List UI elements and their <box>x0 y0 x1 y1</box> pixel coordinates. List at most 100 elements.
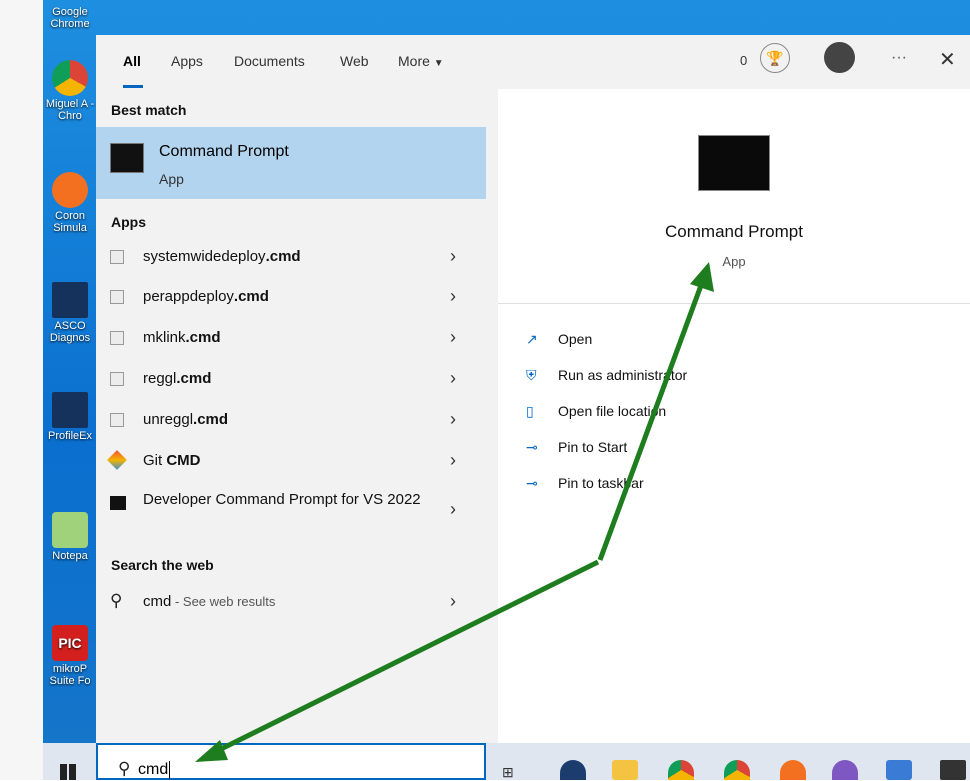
desktop-icon-label: Coron Simula <box>53 210 87 234</box>
pin-icon: ⊸ <box>526 475 538 491</box>
shield-icon: ⛨ <box>526 367 537 383</box>
action-label: Run as administrator <box>558 367 688 383</box>
action-open[interactable]: ↗ Open <box>526 331 592 355</box>
app-name: perappdeploy <box>143 288 234 305</box>
file-explorer-icon[interactable] <box>612 760 638 780</box>
app-name: Git <box>143 452 167 469</box>
notepad-icon <box>52 512 88 548</box>
search-input[interactable]: cmd <box>138 761 171 779</box>
desktop-icon-label: Notepa <box>52 550 88 562</box>
start-button[interactable] <box>60 764 76 780</box>
profileex-icon <box>52 392 88 428</box>
folder-icon: ▯ <box>526 403 534 419</box>
list-item-label: mklink.cmd <box>143 329 221 346</box>
list-item[interactable]: reggl.cmd › <box>96 359 486 399</box>
chevron-right-icon[interactable]: › <box>450 286 456 307</box>
visual-studio-icon[interactable] <box>832 760 858 780</box>
active-tab-indicator <box>123 85 143 88</box>
tab-more[interactable]: More ▼ <box>398 53 444 69</box>
web-result[interactable]: ⚲ cmd - See web results › <box>96 582 486 622</box>
rewards-trophy-icon[interactable]: 🏆 <box>760 43 790 73</box>
script-file-icon <box>110 250 124 264</box>
web-result-label: cmd - See web results <box>143 593 275 610</box>
desktop-icon-chrome-profile[interactable]: Miguel A - Chro <box>43 60 97 122</box>
reward-count: 0 <box>740 53 748 68</box>
action-run-as-admin[interactable]: ⛨ Run as administrator <box>526 367 687 391</box>
desktop-icon-label: Google Chrome <box>50 6 90 30</box>
desktop-icon-corona[interactable]: Coron Simula <box>43 172 97 234</box>
more-options-icon[interactable]: ··· <box>891 49 907 67</box>
list-item[interactable]: perappdeploy.cmd › <box>96 277 486 317</box>
tab-documents[interactable]: Documents <box>234 53 305 69</box>
desktop-icon-chrome[interactable]: Google Chrome <box>43 6 97 30</box>
preview-title: Command Prompt <box>665 222 803 241</box>
search-panel: All Apps Documents Web More ▼ 0 🏆 ··· ✕ … <box>96 35 970 743</box>
list-item[interactable]: systemwidedeploy.cmd › <box>96 237 486 277</box>
terminal-icon[interactable] <box>940 760 966 780</box>
list-item[interactable]: mklink.cmd › <box>96 318 486 358</box>
chrome-icon[interactable] <box>668 760 694 780</box>
git-icon <box>107 450 127 470</box>
search-icon: ⚲ <box>110 591 123 610</box>
open-icon: ↗ <box>526 331 538 347</box>
chevron-right-icon[interactable]: › <box>450 499 456 520</box>
app-name-match: .cmd <box>193 411 229 428</box>
chevron-right-icon[interactable]: › <box>450 591 456 612</box>
best-match-subtitle: App <box>159 171 184 187</box>
background-margin <box>0 0 43 780</box>
pin-icon: ⊸ <box>526 439 538 455</box>
tab-all[interactable]: All <box>123 53 141 69</box>
chevron-right-icon[interactable]: › <box>450 368 456 389</box>
network-app-icon[interactable] <box>886 760 912 780</box>
action-pin-to-start[interactable]: ⊸ Pin to Start <box>526 439 627 463</box>
desktop-icon-label: mikroP Suite Fo <box>49 663 91 687</box>
action-open-file-location[interactable]: ▯ Open file location <box>526 403 666 427</box>
app-name-match: CMD <box>166 452 201 469</box>
action-label: Pin to Start <box>558 439 628 455</box>
desktop-icon-profileex[interactable]: ProfileEx <box>43 392 97 442</box>
app-name: reggl <box>143 370 177 387</box>
best-match-item[interactable]: Command Prompt App <box>96 127 486 199</box>
preview-divider <box>498 303 970 304</box>
web-header: Search the web <box>111 557 214 573</box>
list-item[interactable]: unreggl.cmd › <box>96 400 486 440</box>
desktop-icon-mikrop[interactable]: PIC mikroP Suite Fo <box>43 625 97 687</box>
task-view-icon[interactable]: ⊞ <box>502 764 514 781</box>
tab-web[interactable]: Web <box>340 53 369 69</box>
cmd-icon <box>110 143 144 173</box>
pic-icon: PIC <box>52 625 88 661</box>
search-icon: ⚲ <box>118 759 131 778</box>
asco-icon <box>52 282 88 318</box>
action-pin-to-taskbar[interactable]: ⊸ Pin to taskbar <box>526 475 644 499</box>
best-match-header: Best match <box>111 102 187 118</box>
best-match-title: Command Prompt <box>159 143 289 160</box>
taskbar-search-box[interactable]: ⚲ cmd <box>96 743 486 780</box>
list-item[interactable]: Git CMD › <box>96 441 486 481</box>
chrome-icon[interactable] <box>724 760 750 780</box>
desktop-icon-asco[interactable]: ASCO Diagnos <box>43 282 97 344</box>
close-icon[interactable]: ✕ <box>939 47 956 72</box>
action-label: Open <box>558 331 593 347</box>
search-tab-bar: All Apps Documents Web More ▼ 0 🏆 ··· ✕ <box>96 35 970 89</box>
list-item-label: Developer Command Prompt for VS 2022 <box>143 491 421 508</box>
powershell-icon[interactable] <box>560 760 586 780</box>
app-name: mklink <box>143 329 186 346</box>
corona-icon[interactable] <box>780 760 806 780</box>
chevron-right-icon[interactable]: › <box>450 246 456 267</box>
preview-subtitle: App <box>722 254 746 269</box>
tab-apps[interactable]: Apps <box>171 53 203 69</box>
chevron-right-icon[interactable]: › <box>450 409 456 430</box>
list-item-label: systemwidedeploy.cmd <box>143 248 301 265</box>
list-item-label: reggl.cmd <box>143 370 211 387</box>
chevron-right-icon[interactable]: › <box>450 450 456 471</box>
desktop-icon-notepad[interactable]: Notepa <box>43 512 97 562</box>
chevron-right-icon[interactable]: › <box>450 327 456 348</box>
avatar[interactable] <box>824 42 855 73</box>
preview-pane: Command Prompt App ↗ Open ⛨ Run as adminis… <box>498 89 970 743</box>
list-item-label: perappdeploy.cmd <box>143 288 269 305</box>
app-name-match: .cmd <box>185 329 221 346</box>
app-name-match: .cmd <box>233 288 269 305</box>
chrome-icon <box>52 60 88 96</box>
list-item[interactable]: Developer Command Prompt for VS 2022 › <box>96 482 486 542</box>
results-list: Best match Command Prompt App Apps syste… <box>96 89 486 743</box>
